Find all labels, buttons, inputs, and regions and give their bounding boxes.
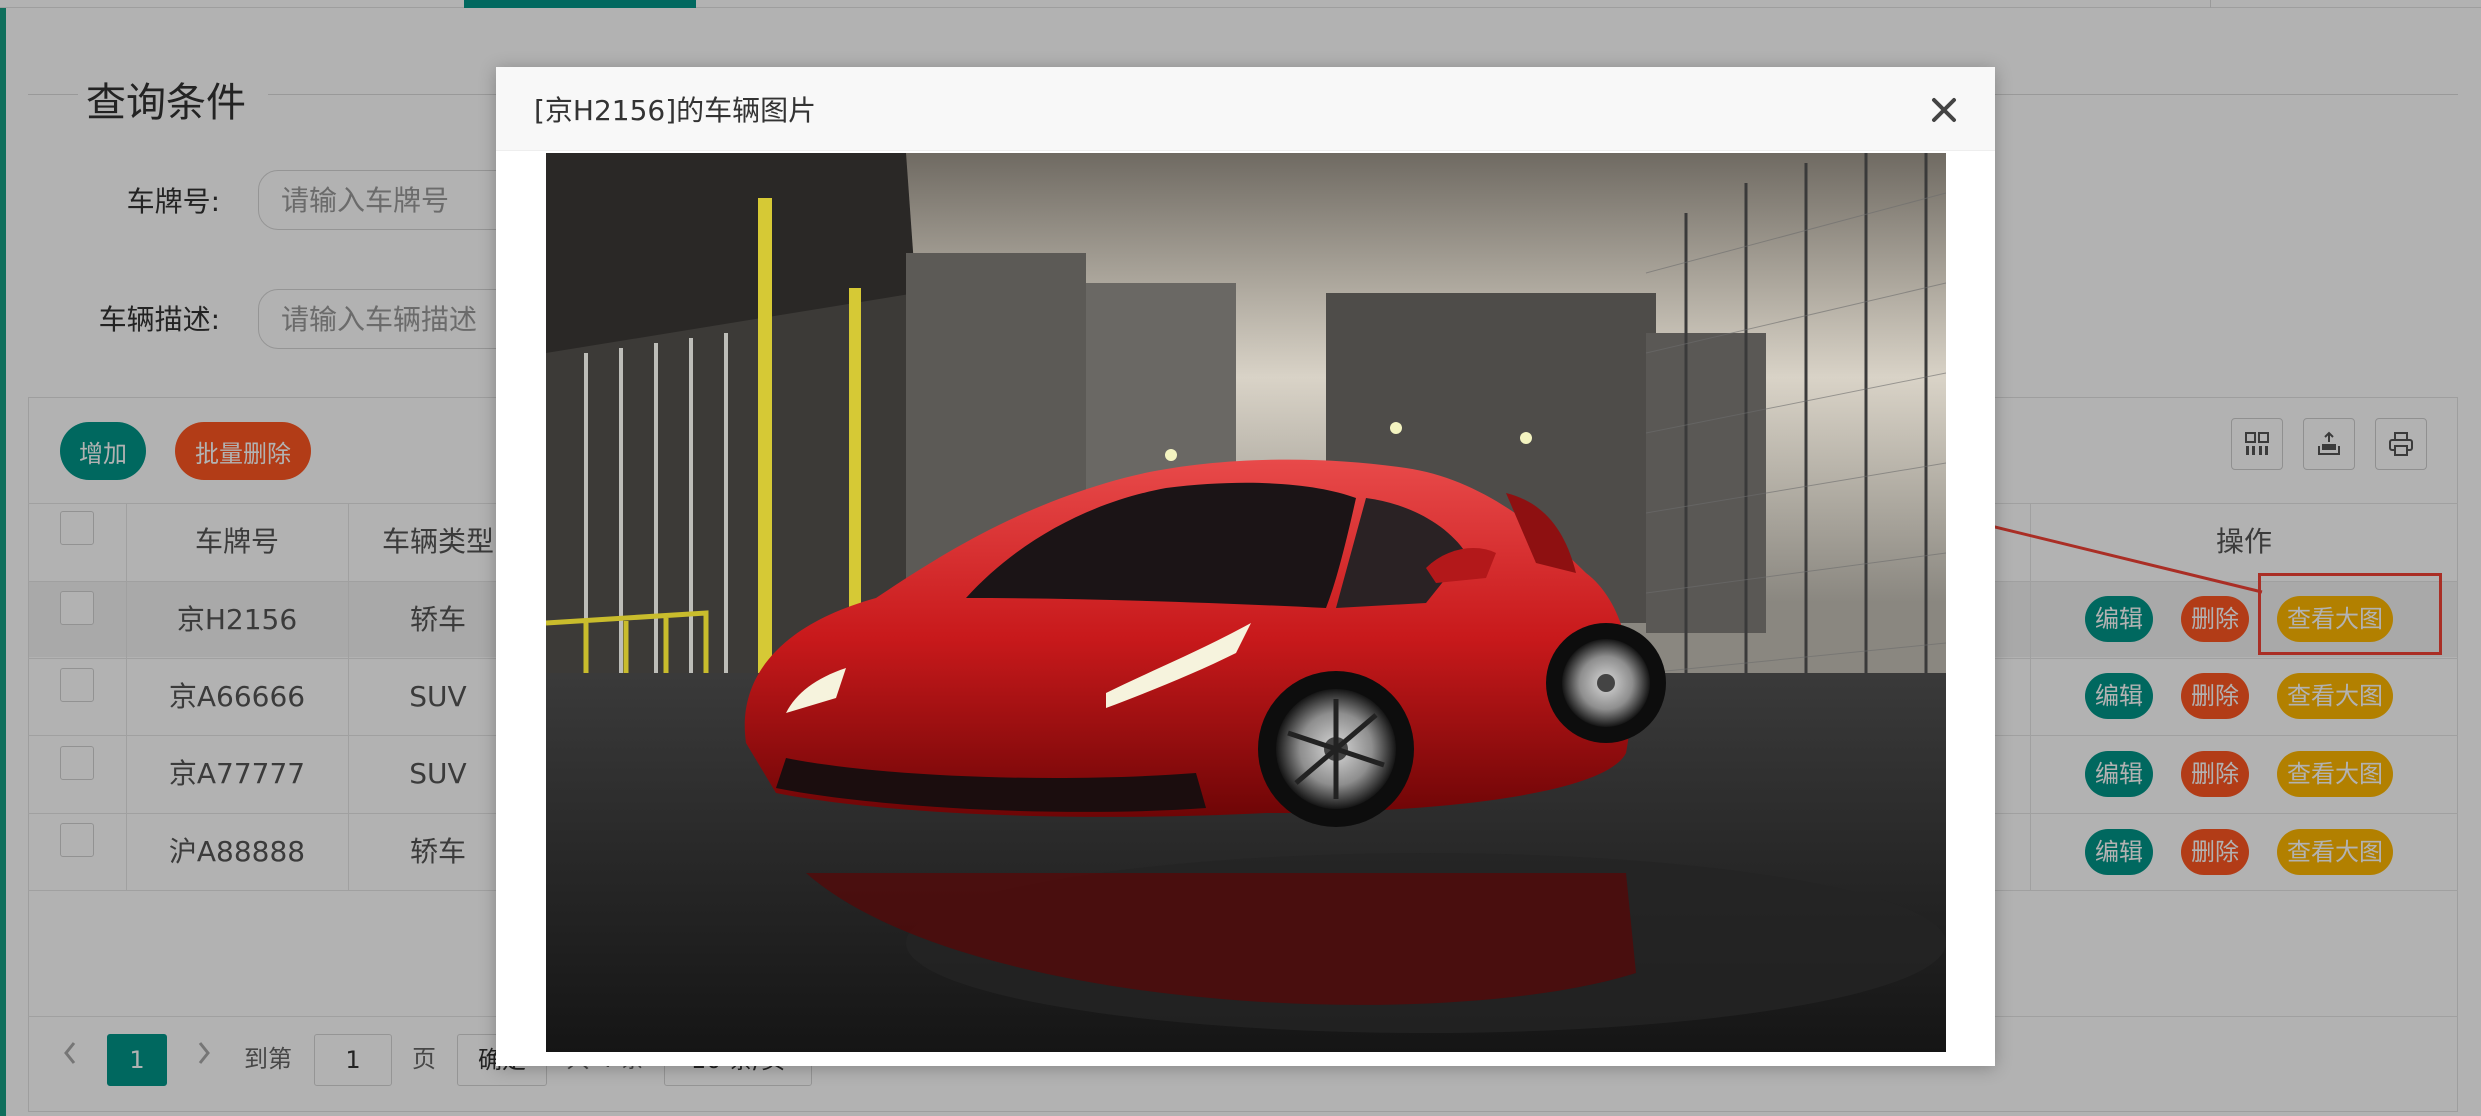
- vehicle-image-modal: [京H2156]的车辆图片: [496, 67, 1995, 1066]
- modal-title: [京H2156]的车辆图片: [534, 94, 817, 127]
- vehicle-photo: [546, 153, 1946, 1052]
- close-icon[interactable]: [1925, 91, 1963, 129]
- modal-header: [京H2156]的车辆图片: [496, 67, 1995, 151]
